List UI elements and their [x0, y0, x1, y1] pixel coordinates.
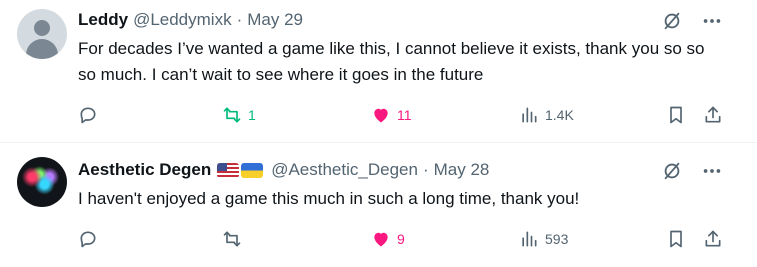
views-button[interactable]: 593	[519, 227, 568, 251]
like-count: 11	[397, 107, 412, 123]
like-icon	[371, 229, 391, 249]
avatar[interactable]	[17, 9, 67, 59]
tweet-top-icons	[661, 10, 723, 32]
reply-button[interactable]	[78, 227, 98, 251]
author-name[interactable]: Aesthetic Degen	[78, 160, 211, 180]
share-button[interactable]	[703, 103, 723, 127]
tweet-date[interactable]: May 28	[434, 160, 490, 180]
reply-feed: Leddy @Leddymixk · May 29 For decades I’…	[0, 0, 757, 267]
tweet-text: I haven't enjoyed a game this much in su…	[78, 189, 580, 208]
like-icon	[371, 105, 391, 125]
grok-icon[interactable]	[661, 160, 683, 182]
reply-icon	[78, 229, 98, 249]
tweet-actions: 9 593	[78, 227, 728, 251]
views-count: 1.4K	[545, 107, 574, 123]
default-avatar-icon	[17, 9, 67, 59]
bookmark-button[interactable]	[666, 103, 686, 127]
separator-dot: ·	[422, 160, 429, 179]
tweet-date[interactable]: May 29	[247, 10, 303, 30]
repost-count: 1	[248, 107, 256, 123]
repost-button[interactable]	[222, 227, 242, 251]
profile-photo	[17, 157, 67, 207]
share-icon	[703, 105, 723, 125]
author-handle[interactable]: @Leddymixk	[133, 10, 232, 30]
tweet-top-icons	[661, 160, 723, 182]
reply-button[interactable]	[78, 103, 98, 127]
views-icon	[519, 229, 539, 249]
tweet-card[interactable]: Leddy @Leddymixk · May 29 For decades I’…	[0, 0, 757, 143]
share-icon	[703, 229, 723, 249]
tweet-text: For decades I’ve wanted a game like this…	[78, 39, 705, 84]
bookmark-icon	[666, 105, 686, 125]
repost-icon	[222, 105, 242, 125]
profile-flags	[217, 162, 264, 178]
bookmark-button[interactable]	[666, 227, 686, 251]
like-button[interactable]: 11	[371, 103, 412, 127]
grok-icon[interactable]	[661, 10, 683, 32]
separator-dot: ·	[236, 10, 243, 29]
avatar[interactable]	[17, 157, 67, 207]
author-handle[interactable]: @Aesthetic_Degen	[271, 160, 418, 180]
tweet-actions: 1 11 1.4K	[78, 103, 728, 127]
like-count: 9	[397, 231, 405, 247]
tweet-header: Aesthetic Degen @Aesthetic_Degen · May 2…	[78, 159, 489, 181]
share-button[interactable]	[703, 227, 723, 251]
tweet-card[interactable]: Aesthetic Degen @Aesthetic_Degen · May 2…	[0, 143, 757, 267]
views-count: 593	[545, 231, 569, 247]
bookmark-icon	[666, 229, 686, 249]
tweet-header: Leddy @Leddymixk · May 29	[78, 9, 303, 31]
like-button[interactable]: 9	[371, 227, 405, 251]
ukraine-flag-icon	[241, 162, 264, 178]
repost-button[interactable]: 1	[222, 103, 256, 127]
author-name[interactable]: Leddy	[78, 10, 128, 30]
repost-icon	[222, 229, 242, 249]
views-icon	[519, 105, 539, 125]
more-icon[interactable]	[701, 10, 723, 32]
reply-icon	[78, 105, 98, 125]
us-flag-icon	[217, 162, 240, 178]
views-button[interactable]: 1.4K	[519, 103, 574, 127]
more-icon[interactable]	[701, 160, 723, 182]
